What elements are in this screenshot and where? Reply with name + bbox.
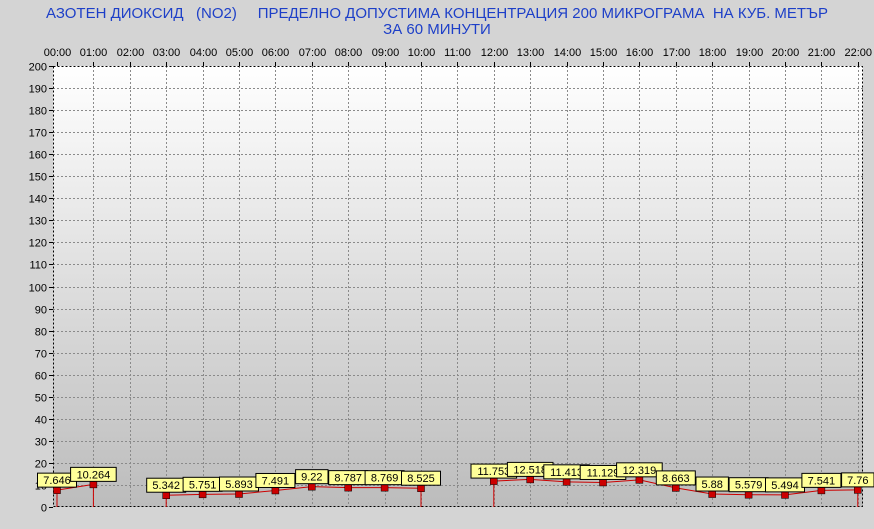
data-label: 5.88 bbox=[701, 479, 722, 491]
data-point-marker bbox=[599, 478, 607, 487]
data-label: 8.787 bbox=[334, 473, 362, 485]
x-tick-label: 18:00 bbox=[699, 47, 727, 59]
x-tick-label: 05:00 bbox=[226, 47, 254, 59]
y-tick-label: 190 bbox=[29, 84, 47, 96]
data-point-marker bbox=[672, 484, 680, 492]
line-chart: 0102030405060708090100110120130140150160… bbox=[29, 47, 874, 515]
x-tick-label: 10:00 bbox=[408, 47, 436, 59]
data-point-marker bbox=[198, 490, 207, 499]
x-tick-label: 03:00 bbox=[153, 47, 181, 59]
x-tick-label: 20:00 bbox=[772, 47, 800, 59]
data-point-marker bbox=[708, 490, 716, 498]
y-axis-ticks: 0102030405060708090100110120130140150160… bbox=[29, 62, 53, 515]
x-tick-label: 15:00 bbox=[590, 47, 618, 59]
x-tick-label: 21:00 bbox=[808, 47, 836, 59]
y-tick-label: 170 bbox=[29, 128, 47, 140]
x-tick-label: 01:00 bbox=[80, 47, 108, 59]
series-line-segment bbox=[566, 481, 604, 483]
data-label: 7.491 bbox=[262, 475, 290, 487]
data-label: 12.518 bbox=[513, 464, 547, 476]
y-tick-label: 20 bbox=[35, 459, 47, 471]
y-tick-label: 120 bbox=[29, 238, 47, 250]
data-point-marker bbox=[417, 484, 425, 492]
data-label: 8.769 bbox=[371, 473, 399, 485]
x-tick-label: 22:00 bbox=[844, 47, 872, 59]
data-label: 7.76 bbox=[847, 475, 868, 487]
x-tick-label: 16:00 bbox=[626, 47, 654, 59]
data-point-marker bbox=[854, 486, 862, 494]
x-tick-label: 02:00 bbox=[117, 47, 145, 59]
y-tick-label: 100 bbox=[29, 283, 47, 295]
x-tick-label: 06:00 bbox=[262, 47, 290, 59]
y-tick-label: 0 bbox=[41, 503, 47, 515]
y-tick-label: 90 bbox=[35, 305, 47, 317]
x-tick-label: 13:00 bbox=[517, 47, 545, 59]
data-label: 12.319 bbox=[623, 465, 657, 477]
y-tick-label: 30 bbox=[35, 437, 47, 449]
data-point-marker bbox=[817, 486, 826, 495]
x-tick-label: 12:00 bbox=[481, 47, 509, 59]
data-label: 9.22 bbox=[301, 472, 322, 484]
data-point-marker bbox=[490, 477, 498, 485]
data-point-marker bbox=[380, 483, 389, 492]
data-point-marker bbox=[271, 486, 280, 495]
series-line-segment bbox=[712, 493, 749, 496]
x-tick-label: 00:00 bbox=[44, 47, 72, 59]
data-label: 10.264 bbox=[77, 469, 111, 481]
y-tick-label: 60 bbox=[35, 371, 47, 383]
data-label: 5.494 bbox=[771, 480, 799, 492]
x-tick-label: 17:00 bbox=[663, 47, 691, 59]
data-point-marker bbox=[781, 491, 789, 499]
y-tick-label: 180 bbox=[29, 106, 47, 118]
data-point-marker bbox=[744, 490, 753, 499]
data-label: 8.525 bbox=[407, 473, 435, 485]
data-label: 5.751 bbox=[189, 479, 217, 491]
data-point-marker bbox=[235, 490, 243, 498]
data-label: 11.129 bbox=[587, 467, 620, 479]
data-label: 7.541 bbox=[808, 475, 836, 487]
y-tick-label: 70 bbox=[35, 349, 47, 361]
x-tick-label: 04:00 bbox=[190, 47, 218, 59]
x-tick-label: 09:00 bbox=[372, 47, 400, 59]
x-tick-label: 14:00 bbox=[554, 47, 582, 59]
data-point-marker bbox=[635, 476, 644, 484]
y-tick-label: 110 bbox=[29, 260, 47, 272]
data-label: 8.663 bbox=[662, 473, 690, 485]
data-label: 11.413 bbox=[550, 467, 583, 479]
series-line-segment bbox=[384, 487, 422, 489]
y-tick-label: 130 bbox=[29, 216, 47, 228]
data-label: 5.893 bbox=[225, 479, 253, 491]
data-point-marker bbox=[89, 480, 98, 489]
x-tick-label: 08:00 bbox=[335, 47, 363, 59]
data-point-marker bbox=[526, 475, 534, 484]
data-label: 5.579 bbox=[735, 480, 763, 492]
y-tick-label: 50 bbox=[35, 393, 47, 405]
data-label: 5.342 bbox=[152, 480, 180, 492]
y-tick-label: 40 bbox=[35, 415, 47, 427]
y-tick-label: 80 bbox=[35, 327, 47, 339]
y-tick-label: 160 bbox=[29, 150, 47, 162]
data-point-marker bbox=[344, 483, 352, 492]
data-point-marker bbox=[562, 478, 571, 486]
y-tick-label: 200 bbox=[29, 62, 47, 74]
data-point-marker bbox=[308, 482, 316, 491]
data-point-marker bbox=[162, 491, 170, 499]
y-tick-label: 140 bbox=[29, 194, 47, 206]
x-tick-label: 19:00 bbox=[736, 47, 764, 59]
x-axis-ticks: 00:00 01:00 02:00 03:00 04:00 05:00 06:00 07:00… bbox=[44, 47, 872, 66]
data-label: 11.753 bbox=[477, 466, 510, 478]
data-point-marker bbox=[53, 486, 61, 494]
y-tick-label: 150 bbox=[29, 172, 47, 184]
data-label: 7.646 bbox=[43, 475, 71, 487]
x-tick-label: 07:00 bbox=[299, 47, 327, 59]
x-tick-label: 11:00 bbox=[444, 47, 471, 59]
